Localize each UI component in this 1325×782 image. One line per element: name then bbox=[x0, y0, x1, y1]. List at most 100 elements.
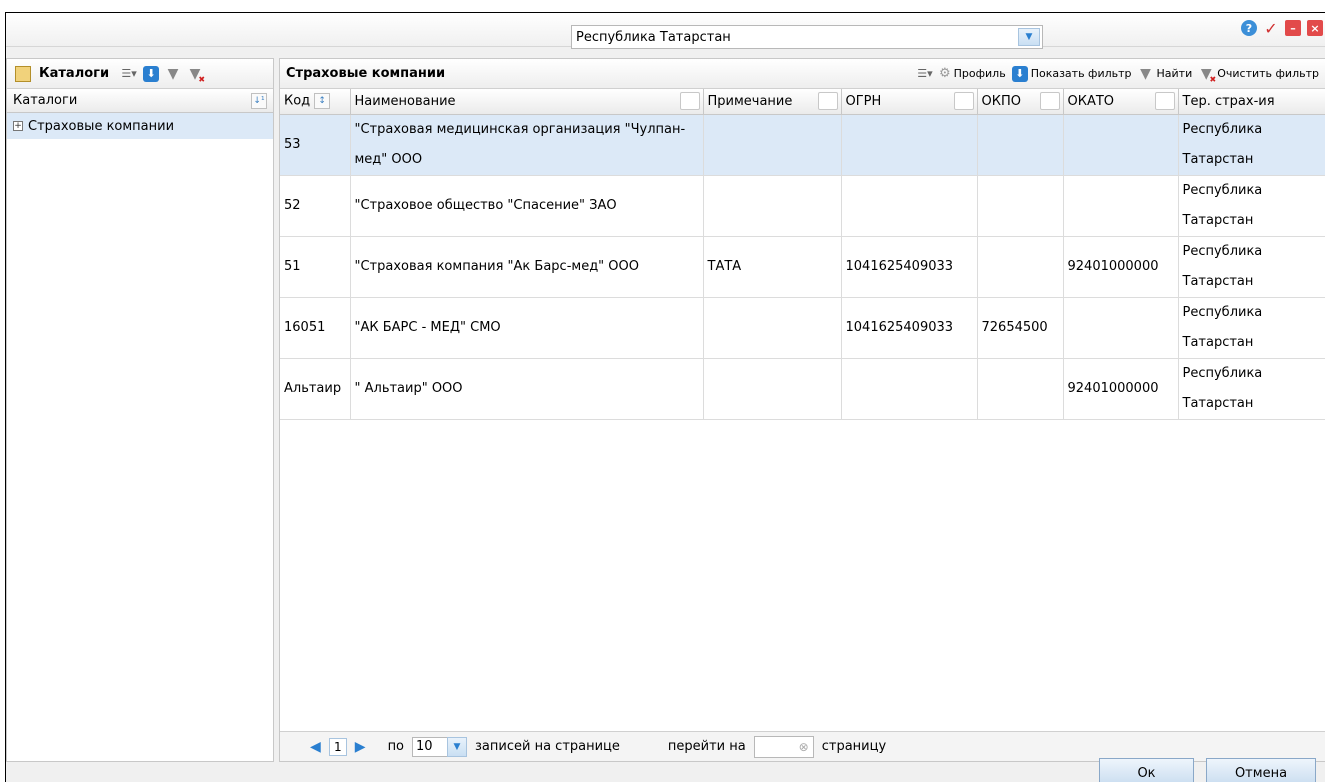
cell-territory: Республика Татарстан bbox=[1178, 114, 1325, 176]
profile-button[interactable]: ⚙ Профиль bbox=[939, 66, 1006, 81]
cell-okpo bbox=[977, 236, 1064, 298]
cell-name: "АК БАРС - МЕД" СМО bbox=[350, 297, 704, 359]
catalog-toolbar: Каталоги ☰▾ ⬇ ▼ ▼ bbox=[7, 59, 273, 89]
show-filter-label: Показать фильтр bbox=[1030, 67, 1132, 80]
table-row[interactable]: 51 "Страховая компания "Ак Барс-мед" ООО Т… bbox=[280, 236, 1325, 298]
next-page-icon[interactable]: ▶ bbox=[355, 739, 366, 755]
catalog-title: Каталоги bbox=[39, 66, 110, 81]
grid-actions: ☰▾ ⚙ Профиль ⬇ Показать фильтр ▼ Найти ▼… bbox=[917, 65, 1319, 84]
clear-filter-button[interactable]: ▼ Очистить фильтр bbox=[1198, 66, 1319, 84]
cell-code: 52 bbox=[280, 175, 351, 237]
cell-name: "Страховая медицинская организация "Чулп… bbox=[350, 114, 704, 176]
cell-note bbox=[703, 358, 842, 420]
cancel-button[interactable]: Отмена bbox=[1206, 758, 1316, 782]
table-row[interactable]: 53 "Страховая медицинская организация "Чу… bbox=[280, 114, 1325, 176]
sort-icon[interactable]: ↕ bbox=[314, 93, 331, 110]
help-icon[interactable]: ? bbox=[1241, 20, 1257, 36]
grid-panel: Республика Татарстан ▼ Страховые компани… bbox=[279, 25, 1325, 762]
cell-note bbox=[703, 175, 842, 237]
cell-code: 16051 bbox=[280, 297, 351, 359]
filter-icon: ▼ bbox=[1140, 65, 1151, 82]
grid-title: Страховые компании bbox=[286, 66, 446, 81]
table-header-row: Код ↕ Наименование Примечание ОГРН ОКПО О… bbox=[280, 89, 1325, 115]
cell-ogrn bbox=[841, 358, 978, 420]
cell-ogrn bbox=[841, 175, 978, 237]
table-row[interactable]: Альтаир " Альтаир" ООО 92401000000 Республи… bbox=[280, 358, 1325, 420]
cell-okpo bbox=[977, 358, 1064, 420]
column-header-note[interactable]: Примечание bbox=[703, 89, 842, 115]
column-header-ogrn[interactable]: ОГРН bbox=[841, 89, 978, 115]
download-icon[interactable]: ⬇ bbox=[143, 65, 160, 82]
catalog-icon bbox=[15, 65, 31, 82]
cell-okpo bbox=[977, 114, 1064, 176]
expand-icon[interactable]: + bbox=[13, 121, 23, 131]
chevron-down-icon[interactable]: ▼ bbox=[1018, 28, 1040, 46]
clear-filter-icon[interactable]: ▼ bbox=[187, 66, 205, 84]
table-body: 53 "Страховая медицинская организация "Чу… bbox=[280, 114, 1325, 420]
cell-territory: Республика Татарстан bbox=[1178, 175, 1325, 237]
goto-prefix: перейти на bbox=[667, 739, 746, 754]
cell-code: Альтаир bbox=[280, 358, 351, 420]
find-label: Найти bbox=[1156, 67, 1193, 80]
cell-okato bbox=[1063, 175, 1179, 237]
pagination-bar: ◀ 1 ▶ по 10 ▼ записей на странице перейт… bbox=[280, 731, 1325, 761]
clear-icon[interactable]: ⊗ bbox=[799, 740, 809, 754]
cell-name: " Альтаир" ООО bbox=[350, 358, 704, 420]
catalog-panel: Каталоги ☰▾ ⬇ ▼ ▼ Каталоги ↓¹ + Страховы… bbox=[6, 58, 274, 762]
cell-ogrn: 1041625409033 bbox=[841, 297, 978, 359]
column-filter-button[interactable] bbox=[1154, 92, 1175, 110]
show-filter-button[interactable]: ⬇ Показать фильтр bbox=[1011, 65, 1132, 82]
sort-icon[interactable]: ↓¹ bbox=[251, 92, 267, 109]
per-page-select[interactable]: 10 ▼ bbox=[412, 736, 468, 757]
cell-note: ТАТА bbox=[703, 236, 842, 298]
region-select-wrap: Республика Татарстан ▼ bbox=[571, 25, 1043, 49]
tree-item-label: Страховые компании bbox=[28, 118, 175, 134]
cell-territory: Республика Татарстан bbox=[1178, 236, 1325, 298]
column-header-okato[interactable]: ОКАТО bbox=[1063, 89, 1179, 115]
ok-button[interactable]: Ок bbox=[1099, 758, 1194, 782]
goto-page-input[interactable]: ⊗ bbox=[753, 735, 814, 758]
column-header-name[interactable]: Наименование bbox=[350, 89, 704, 115]
dialog-window: ? ✓ – × Каталоги ☰▾ ⬇ ▼ ▼ Каталоги ↓¹ + … bbox=[5, 12, 1325, 782]
per-page-suffix: записей на странице bbox=[475, 739, 620, 754]
columns-menu-icon[interactable]: ☰▾ bbox=[121, 66, 137, 82]
table-row[interactable]: 52 "Страховое общество "Спасение" ЗАО Респ… bbox=[280, 175, 1325, 237]
column-filter-button[interactable] bbox=[1039, 92, 1060, 110]
column-filter-button[interactable] bbox=[817, 92, 838, 110]
close-icon[interactable]: × bbox=[1307, 20, 1323, 36]
find-button[interactable]: ▼ Найти bbox=[1138, 65, 1193, 82]
per-page-value[interactable]: 10 bbox=[412, 736, 449, 757]
cell-okato: 92401000000 bbox=[1063, 236, 1179, 298]
current-page[interactable]: 1 bbox=[328, 737, 347, 756]
chevron-down-icon[interactable]: ▼ bbox=[447, 736, 468, 757]
catalog-column-header[interactable]: Каталоги ↓¹ bbox=[7, 89, 273, 113]
minimize-icon[interactable]: – bbox=[1285, 20, 1301, 36]
cell-code: 53 bbox=[280, 114, 351, 176]
gear-icon: ⚙ bbox=[938, 66, 951, 81]
cell-okato bbox=[1063, 297, 1179, 359]
filter-icon[interactable]: ▼ bbox=[165, 66, 181, 82]
column-filter-button[interactable] bbox=[679, 92, 700, 110]
cell-ogrn: 1041625409033 bbox=[841, 236, 978, 298]
table-row[interactable]: 16051 "АК БАРС - МЕД" СМО 1041625409033 726… bbox=[280, 297, 1325, 359]
goto-suffix: страницу bbox=[821, 739, 887, 754]
cell-territory: Республика Татарстан bbox=[1178, 358, 1325, 420]
window-controls: ? ✓ – × bbox=[1241, 19, 1323, 38]
cell-ogrn bbox=[841, 114, 978, 176]
column-filter-button[interactable] bbox=[953, 92, 974, 110]
prev-page-icon[interactable]: ◀ bbox=[310, 739, 321, 755]
tree-item-insurance-companies[interactable]: + Страховые компании bbox=[7, 113, 273, 139]
clear-filter-label: Очистить фильтр bbox=[1217, 67, 1319, 80]
column-header-territory[interactable]: Тер. страх-ия bbox=[1178, 89, 1325, 115]
cell-okpo: 72654500 bbox=[977, 297, 1064, 359]
column-header-code[interactable]: Код ↕ bbox=[280, 89, 351, 115]
column-header-okpo[interactable]: ОКПО bbox=[977, 89, 1064, 115]
catalog-column-label: Каталоги bbox=[13, 93, 78, 108]
grid-toolbar: Страховые компании ☰▾ ⚙ Профиль ⬇ Показа… bbox=[280, 59, 1325, 89]
profile-label: Профиль bbox=[953, 67, 1006, 80]
check-icon[interactable]: ✓ bbox=[1263, 19, 1279, 38]
columns-menu-icon[interactable]: ☰▾ bbox=[917, 66, 933, 82]
cell-name: "Страховое общество "Спасение" ЗАО bbox=[350, 175, 704, 237]
cell-code: 51 bbox=[280, 236, 351, 298]
region-select[interactable]: Республика Татарстан ▼ bbox=[571, 25, 1043, 49]
